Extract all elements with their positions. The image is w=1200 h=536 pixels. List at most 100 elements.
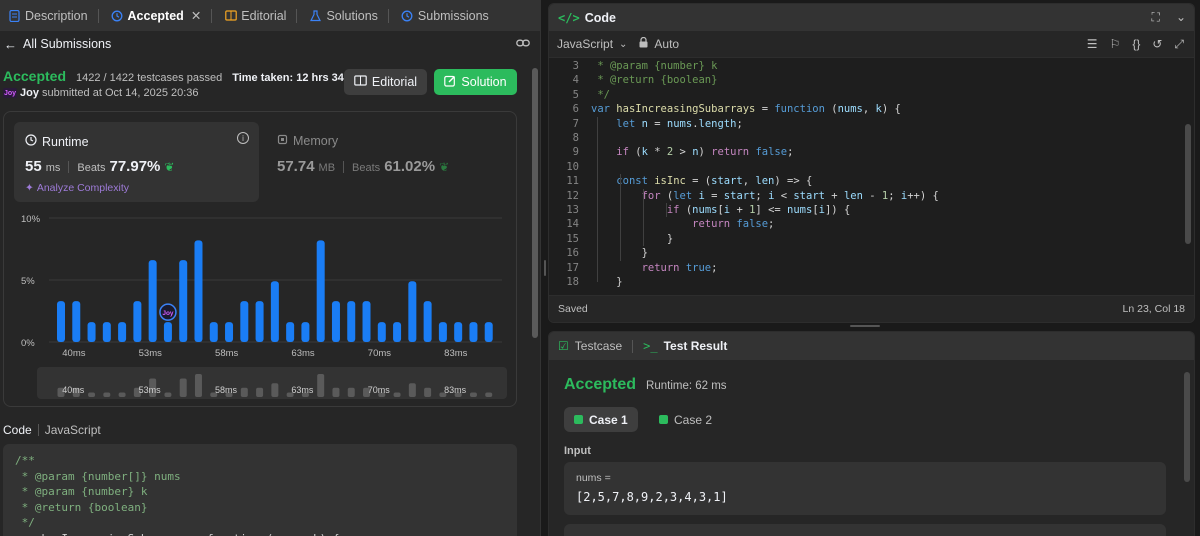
overview-tick-label: 58ms <box>215 385 238 395</box>
status-title: Accepted <box>3 68 67 84</box>
chevron-down-icon[interactable]: ⌄ <box>1176 10 1186 25</box>
scrollbar[interactable] <box>1185 124 1191 244</box>
line-number: 16 <box>566 247 579 260</box>
tab-editorial[interactable]: Editorial <box>218 8 303 23</box>
tab-divider <box>296 8 298 23</box>
back-label: All Submissions <box>23 37 112 51</box>
line-code: } <box>591 232 674 245</box>
book-icon <box>224 9 237 22</box>
overview-bar <box>256 387 264 397</box>
line-number: 5 <box>572 88 579 101</box>
bookmark-icon[interactable]: ⚐ <box>1110 37 1121 52</box>
input-label: Input <box>564 445 591 457</box>
splitter-grip <box>544 260 546 276</box>
chart-bar <box>240 301 249 342</box>
book-icon <box>354 75 367 89</box>
tab-test-result[interactable]: Test Result <box>664 339 728 353</box>
overview-bar <box>485 392 493 397</box>
code-label: Code <box>3 423 32 437</box>
tab-label: Editorial <box>241 8 287 23</box>
chart-bar <box>102 322 111 342</box>
x-tick-label: 70ms <box>368 348 391 359</box>
chart-bar <box>316 240 325 342</box>
document-icon <box>8 9 21 22</box>
chart-bar <box>87 322 96 342</box>
tab-accepted[interactable]: Accepted ✕ <box>105 8 219 23</box>
tab-solutions[interactable]: Solutions <box>303 8 394 23</box>
submitted-code-block[interactable]: /** * @param {number[]} nums * @param {n… <box>3 444 517 536</box>
back-link[interactable]: ← All Submissions <box>4 37 111 52</box>
testcase-count: 1422 / 1422 testcases passed <box>76 72 223 84</box>
tab-description[interactable]: Description <box>2 8 105 23</box>
checkbox-icon: ☑ <box>558 339 569 353</box>
x-tick-label: 63ms <box>291 348 314 359</box>
overview-bar <box>332 387 340 397</box>
solution-button[interactable]: Solution <box>434 69 517 95</box>
input-value-box[interactable] <box>564 524 1166 536</box>
input-value-box[interactable]: nums = [2,5,7,8,9,2,3,4,3,1] <box>564 462 1166 515</box>
avatar[interactable]: Joy <box>3 88 17 98</box>
chevron-down-icon[interactable]: ⌄ <box>619 39 627 50</box>
code-brackets-icon: </> <box>558 10 580 25</box>
format-icon[interactable]: ☰ <box>1087 37 1098 52</box>
x-tick-label: 53ms <box>139 348 162 359</box>
close-icon[interactable]: ✕ <box>191 8 201 23</box>
panel-actions: ⛶ ⌄ <box>1152 10 1186 25</box>
test-status: Accepted <box>564 376 637 393</box>
tab-testcase[interactable]: Testcase <box>575 339 622 353</box>
line-code: let n = nums.length; <box>616 117 743 130</box>
overview-bar <box>469 392 477 397</box>
line-code: * @param {number} k <box>591 60 718 72</box>
line-code: return false; <box>692 218 775 231</box>
test-result-panel: ☑ Testcase >_ Test Result Accepted Runti… <box>548 331 1195 536</box>
check-icon <box>574 415 583 424</box>
maximize-icon[interactable]: ⛶ <box>1152 10 1160 25</box>
submissions-header: ← All Submissions <box>0 31 540 57</box>
braces-icon[interactable]: {} <box>1132 37 1140 52</box>
editorial-button[interactable]: Editorial <box>344 69 427 95</box>
divider <box>37 424 39 436</box>
chart-bar <box>118 322 127 342</box>
code-line: * @param {number[]} nums <box>15 469 181 483</box>
runtime-distribution-chart[interactable]: 10% 5% 0% 40ms 53ms 58ms 63ms 70ms 83ms Joy 40ms 53… <box>4 112 518 408</box>
reset-icon[interactable]: ↺ <box>1152 37 1162 52</box>
link-icon[interactable] <box>516 37 530 52</box>
horizontal-splitter[interactable] <box>850 325 880 327</box>
code-editor[interactable]: 3 * @param {number} k 4 * @return {boolea… <box>549 59 1189 293</box>
line-code: var hasIncreasingSubarrays = function (n… <box>591 103 901 116</box>
tab-bar: Description Accepted ✕ Editorial Solutio… <box>0 0 540 31</box>
line-number: 17 <box>566 261 579 274</box>
indent-guide <box>597 116 598 283</box>
chart-bar <box>225 322 234 342</box>
overview-bar <box>103 392 111 397</box>
tab-label: Accepted <box>127 8 184 23</box>
case-2-tab[interactable]: Case 2 <box>649 407 722 432</box>
save-status: Saved <box>558 303 588 315</box>
chart-bar <box>469 322 478 342</box>
x-tick-label: 58ms <box>215 348 238 359</box>
check-icon <box>659 415 668 424</box>
indent-guide <box>620 174 621 261</box>
code-line: * @return {boolean} <box>15 500 148 514</box>
tab-submissions[interactable]: Submissions <box>395 9 495 23</box>
chart-bar <box>270 281 279 342</box>
editor-actions: ☰ ⚐ {} ↺ ⤢ <box>1087 37 1184 52</box>
chart-bar <box>255 301 264 342</box>
case-1-tab[interactable]: Case 1 <box>564 407 638 432</box>
fullscreen-icon[interactable]: ⤢ <box>1174 37 1184 52</box>
line-number: 12 <box>566 189 579 202</box>
language-select[interactable]: JavaScript <box>557 37 613 51</box>
overview-bar <box>194 374 202 397</box>
scrollbar[interactable] <box>532 68 538 338</box>
mode-label[interactable]: Auto <box>654 37 679 51</box>
overview-tick-label: 40ms <box>62 385 85 395</box>
scrollbar[interactable] <box>1184 372 1190 482</box>
chart-bar <box>377 322 386 342</box>
param-value: [2,5,7,8,9,2,3,4,3,1] <box>576 490 728 504</box>
lock-icon <box>639 36 648 51</box>
chart-bar <box>408 281 417 342</box>
chart-bar <box>423 301 432 342</box>
overview-bar <box>317 374 325 397</box>
username[interactable]: Joy <box>20 87 39 99</box>
overview-bar <box>347 387 355 397</box>
